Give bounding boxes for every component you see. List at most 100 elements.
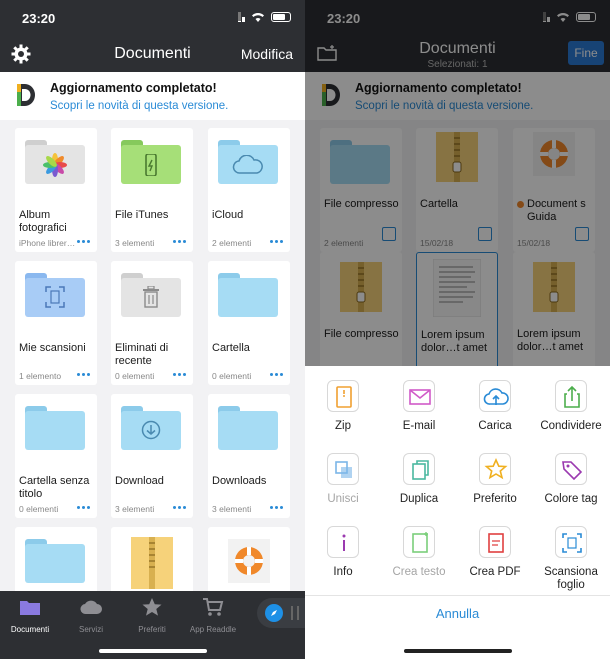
divider: [305, 595, 610, 596]
home-indicator: [98, 649, 207, 653]
download-folder-icon: [121, 406, 181, 450]
tab-label: Preferiti: [138, 625, 166, 634]
more-icon[interactable]: [270, 240, 283, 243]
file-item-name: Mie scansioni: [19, 342, 86, 354]
share-icon: [555, 380, 587, 412]
duplicate-icon: [403, 453, 435, 485]
action-duplica[interactable]: Duplica: [383, 453, 455, 506]
tab-documents[interactable]: Documenti: [1, 597, 59, 634]
grip-icon: [291, 606, 299, 620]
action-label: Carica: [478, 420, 512, 432]
scan-folder-icon: [25, 273, 85, 317]
action-crea-testo: Crea testo: [383, 526, 455, 579]
more-icon[interactable]: [173, 373, 186, 376]
signal-icon: [238, 12, 245, 22]
file-item-name: Cartella senza titolo: [19, 475, 90, 500]
action-label: Colore tag: [544, 493, 598, 505]
action-unisci: Unisci: [307, 453, 379, 506]
tab-favorites[interactable]: Preferiti: [123, 597, 181, 634]
more-icon[interactable]: [77, 373, 90, 376]
action-zip[interactable]: Zip: [307, 380, 379, 433]
action-label: Crea testo: [392, 566, 446, 578]
more-icon[interactable]: [77, 240, 90, 243]
tag-icon: [555, 453, 587, 485]
cart-icon: [203, 598, 224, 616]
action-label: Condividere: [540, 420, 602, 432]
star-icon: [142, 598, 162, 616]
file-item-photos[interactable]: Album fotografici iPhone librer…: [15, 128, 97, 252]
status-icons: [238, 12, 291, 22]
action-label: Crea PDF: [469, 566, 521, 578]
star-icon: [479, 453, 511, 485]
selection-screen: 23:20 Documenti Selezionati: 1 Fine Aggi…: [305, 0, 610, 659]
action-colore-tag[interactable]: Colore tag: [535, 453, 607, 506]
photos-folder-icon: [25, 140, 85, 184]
tab-bar: Documenti Servizi Preferiti App Readdle: [0, 591, 305, 659]
scan-icon: [555, 526, 587, 558]
file-item-name: Eliminati di recente: [115, 342, 169, 367]
folder-icon: [218, 273, 278, 317]
file-item-name: Album fotografici: [19, 209, 67, 234]
compass-icon: [265, 604, 283, 622]
folder-icon: [218, 406, 278, 450]
more-icon[interactable]: [270, 506, 283, 509]
documents-logo-icon: [17, 84, 35, 106]
action-carica[interactable]: Carica: [459, 380, 531, 433]
file-item-downloads[interactable]: Downloads 3 elementi: [208, 394, 290, 518]
file-item-name: Downloads: [212, 475, 267, 487]
status-bar: 23:20: [0, 0, 305, 36]
file-item-itunes[interactable]: File iTunes 3 elementi: [111, 128, 193, 252]
tab-label: Documenti: [10, 625, 50, 634]
tab-readdle-apps[interactable]: App Readdle: [184, 597, 242, 634]
action-condividere[interactable]: Condividere: [535, 380, 607, 433]
tab-services[interactable]: Servizi: [62, 597, 120, 634]
file-item-scans[interactable]: Mie scansioni 1 elemento: [15, 261, 97, 385]
file-item-meta: 0 elementi: [19, 504, 59, 514]
file-item-name: Download: [115, 475, 164, 487]
action-label: Unisci: [327, 493, 359, 505]
banner-title: Aggiornamento completato!: [50, 81, 217, 95]
file-item-deleted[interactable]: Eliminati di recente 0 elementi: [111, 261, 193, 385]
action-label: Scansiona foglio: [544, 566, 598, 591]
home-indicator: [403, 649, 512, 653]
file-item-meta: 3 elementi: [115, 238, 155, 248]
edit-button[interactable]: Modifica: [241, 46, 293, 62]
action-crea-pdf[interactable]: Crea PDF: [459, 526, 531, 579]
whats-new-link[interactable]: Scopri le novità di questa versione.: [50, 100, 228, 112]
file-item-name: iCloud: [212, 209, 244, 221]
cloud-icon: [80, 600, 102, 615]
file-item-download[interactable]: Download 3 elementi: [111, 394, 193, 518]
action-label: Duplica: [399, 493, 439, 505]
cancel-button[interactable]: Annulla: [305, 606, 610, 621]
action-scansiona-foglio[interactable]: Scansiona foglio: [535, 526, 607, 592]
file-item-meta: 3 elementi: [115, 504, 155, 514]
tab-label: Servizi: [78, 625, 103, 634]
more-icon[interactable]: [173, 506, 186, 509]
browser-toggle[interactable]: [257, 598, 305, 628]
action-info[interactable]: Info: [307, 526, 379, 579]
file-item-meta: 1 elemento: [19, 371, 62, 381]
zip-icon: [327, 380, 359, 412]
file-item-meta: 0 elementi: [212, 371, 252, 381]
nav-bar: Documenti Modifica: [0, 36, 305, 72]
file-item-name: Cartella: [212, 342, 250, 354]
action-e-mail[interactable]: E-mail: [383, 380, 455, 433]
more-icon[interactable]: [173, 240, 186, 243]
file-item-meta: iPhone librer…: [19, 238, 76, 248]
tab-label: App Readdle: [189, 625, 237, 634]
file-item-folder[interactable]: Cartella 0 elementi: [208, 261, 290, 385]
action-label: Info: [333, 566, 353, 578]
update-banner[interactable]: Aggiornamento completato! Scopri le novi…: [0, 72, 305, 120]
merge-icon: [327, 453, 359, 485]
documents-screen: 23:20 Documenti Modifica Aggiornamento c…: [0, 0, 305, 659]
more-icon[interactable]: [77, 506, 90, 509]
file-item-name: File iTunes: [115, 209, 169, 221]
action-preferito[interactable]: Preferito: [459, 453, 531, 506]
more-icon[interactable]: [270, 373, 283, 376]
file-item-icloud[interactable]: iCloud 2 elementi: [208, 128, 290, 252]
file-item-meta: 2 elementi: [212, 238, 252, 248]
file-item-untitled-folder[interactable]: Cartella senza titolo 0 elementi: [15, 394, 97, 518]
wifi-icon: [252, 13, 264, 22]
folder-icon: [25, 406, 85, 450]
dim-overlay[interactable]: [305, 0, 610, 366]
